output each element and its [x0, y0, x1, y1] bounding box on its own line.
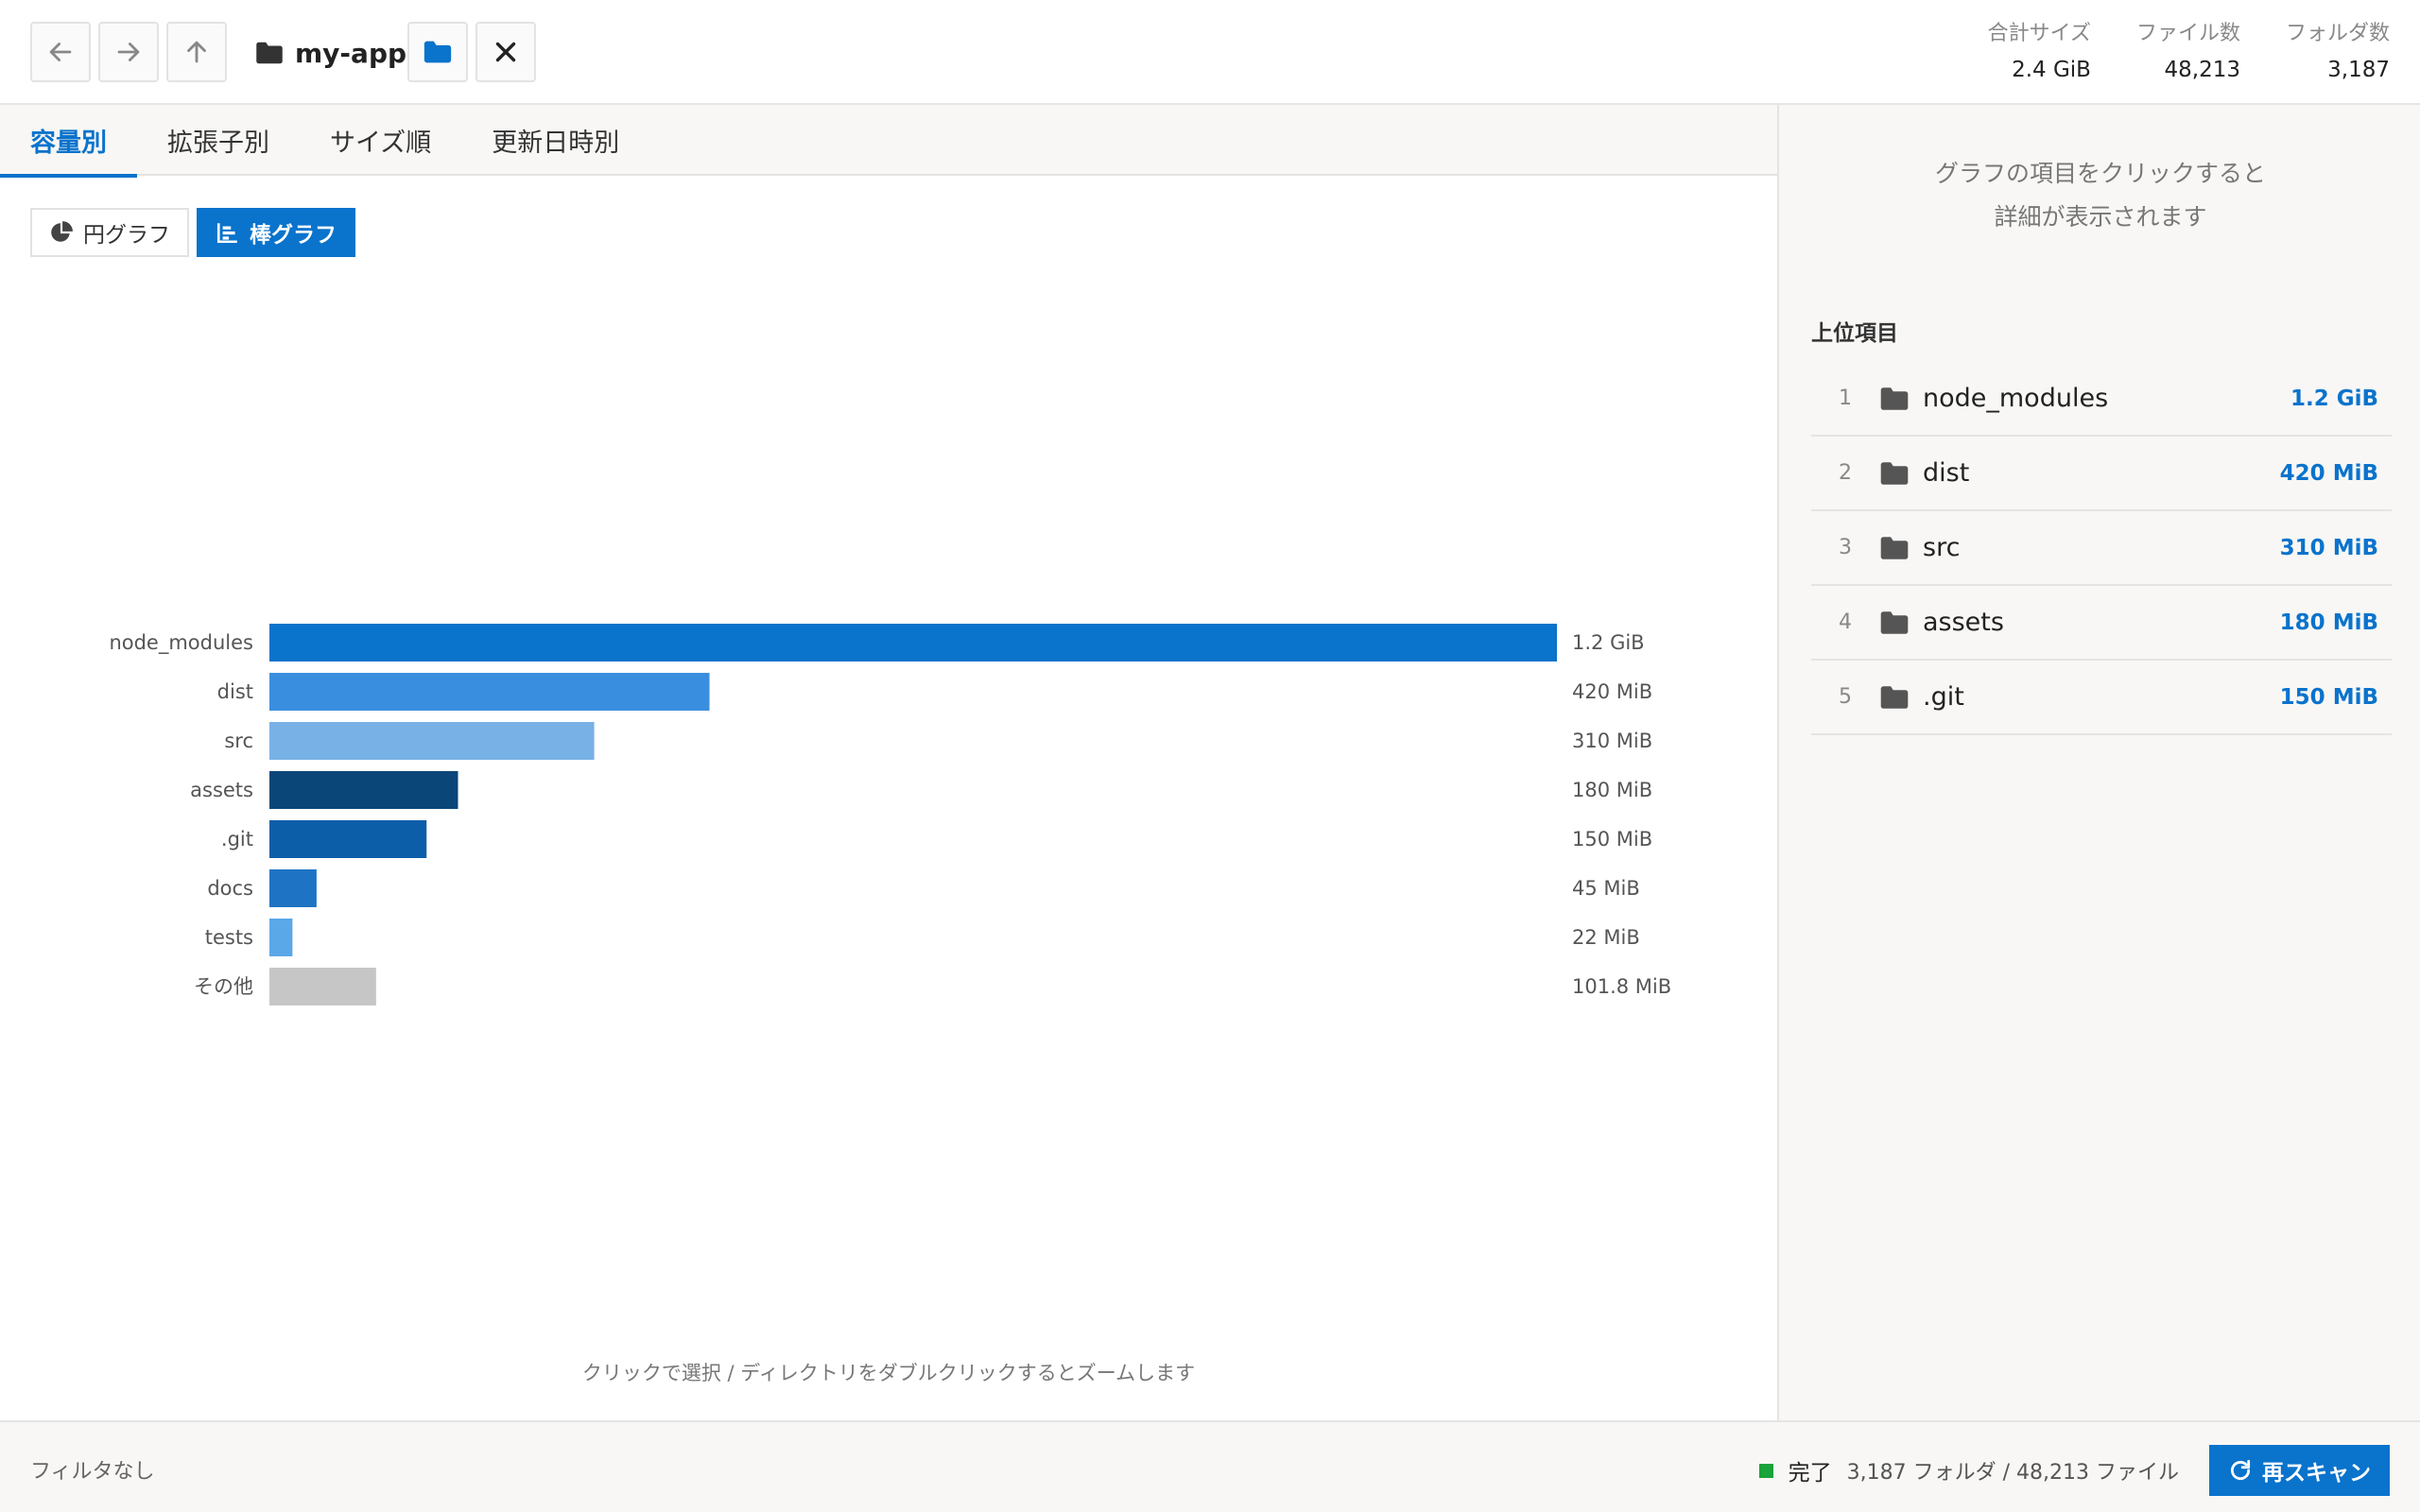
- bar-category-label: assets: [190, 779, 253, 801]
- close-icon: [495, 42, 516, 62]
- top-item-rank: 1: [1839, 387, 1852, 410]
- top-item-rank: 2: [1839, 461, 1852, 485]
- top-item[interactable]: 4 assets 180 MiB: [1811, 586, 2392, 661]
- bar-category-label: node_modules: [109, 631, 253, 655]
- top-items-title: 上位項目: [1811, 321, 1898, 346]
- top-item-name: assets: [1923, 608, 2004, 637]
- scan-counts: 3,187 フォルダ / 48,213 ファイル: [1846, 1461, 2179, 1485]
- stat-value: 3,187: [2327, 58, 2390, 82]
- back-button[interactable]: [30, 22, 91, 82]
- top-item-size: 150 MiB: [2279, 684, 2378, 710]
- stat-label: フォルダ数: [2285, 22, 2390, 45]
- arrow-left-icon: [49, 43, 72, 61]
- bar-node_modules[interactable]: [269, 624, 1557, 662]
- top-item[interactable]: 2 dist 420 MiB: [1811, 437, 2392, 511]
- top-items-list: 1 node_modules 1.2 GiB 2 dist 420 MiB 3 …: [1811, 362, 2392, 735]
- chart-hint: クリックで選択 / ディレクトリをダブルクリックするとズームします: [581, 1362, 1196, 1384]
- bar-category-label: tests: [205, 926, 253, 949]
- bar-src[interactable]: [269, 722, 595, 760]
- filter-status[interactable]: フィルタなし: [30, 1454, 155, 1485]
- bar-assets[interactable]: [269, 771, 458, 809]
- top-item-name: dist: [1923, 458, 1970, 488]
- scan-state: 完了: [1788, 1461, 1832, 1486]
- folder-icon: [1880, 610, 1909, 634]
- bar-value-label: 420 MiB: [1572, 680, 1652, 703]
- forward-button[interactable]: [98, 22, 159, 82]
- details-placeholder-line1: グラフの項目をクリックすると: [1934, 160, 2266, 187]
- top-item-size: 1.2 GiB: [2290, 386, 2378, 411]
- arrow-right-icon: [117, 43, 140, 61]
- top-item-size: 310 MiB: [2279, 535, 2378, 560]
- top-item-size: 180 MiB: [2279, 610, 2378, 635]
- scan-status: 完了 3,187 フォルダ / 48,213 ファイル 再スキャン: [1758, 1445, 2390, 1496]
- top-item[interactable]: 3 src 310 MiB: [1811, 511, 2392, 586]
- folder-icon: [1880, 387, 1909, 410]
- folder-icon: [1880, 536, 1909, 559]
- folder-icon: [1880, 461, 1909, 485]
- arrow-up-icon: [187, 41, 206, 63]
- top-item-name: src: [1923, 533, 1961, 562]
- stat-value: 48,213: [2164, 58, 2240, 82]
- bar-dist[interactable]: [269, 673, 710, 711]
- status-indicator-icon: [1758, 1463, 1773, 1478]
- bar-value-label: 1.2 GiB: [1572, 631, 1645, 654]
- bar-value-label: 45 MiB: [1572, 877, 1640, 900]
- bar-category-label: src: [224, 730, 253, 752]
- header: my-app 合計サイズ 2.4 GiB ファイル数 48,213 フォルダ数 …: [0, 0, 2420, 105]
- path-label: my-app: [295, 37, 407, 69]
- top-item-rank: 3: [1839, 536, 1852, 559]
- stat-total-size: 合計サイズ 2.4 GiB: [1988, 17, 2091, 89]
- status-bar: フィルタなし 完了 3,187 フォルダ / 48,213 ファイル 再スキャン: [0, 1420, 2420, 1512]
- bar-category-label: docs: [207, 877, 253, 900]
- bar-value-label: 180 MiB: [1572, 779, 1652, 801]
- bar-.git[interactable]: [269, 820, 427, 858]
- bar-category-label: その他: [194, 975, 253, 998]
- top-item[interactable]: 5 .git 150 MiB: [1811, 661, 2392, 735]
- bar-value-label: 150 MiB: [1572, 828, 1652, 850]
- bar-value-label: 22 MiB: [1572, 926, 1640, 949]
- top-item-name: .git: [1923, 682, 1964, 712]
- close-button[interactable]: [475, 22, 536, 82]
- folder-open-icon: [424, 41, 452, 63]
- bar-docs[interactable]: [269, 869, 317, 907]
- details-placeholder: グラフの項目をクリックすると 詳細が表示されます: [1779, 152, 2420, 239]
- bar-value-label: 310 MiB: [1572, 730, 1652, 752]
- bar-その他[interactable]: [269, 968, 376, 1005]
- folder-icon: [1880, 685, 1909, 709]
- stat-label: 合計サイズ: [1987, 22, 2091, 45]
- stat-folder-count: フォルダ数 3,187: [2286, 17, 2390, 89]
- top-item[interactable]: 1 node_modules 1.2 GiB: [1811, 362, 2392, 437]
- rescan-label: 再スキャン: [2262, 1461, 2371, 1486]
- bar-value-label: 101.8 MiB: [1572, 975, 1671, 998]
- main-panel: 容量別 拡張子別 サイズ順 更新日時別 円グラフ 棒グラフ node_modul…: [0, 105, 1777, 1420]
- summary-stats: 合計サイズ 2.4 GiB ファイル数 48,213 フォルダ数 3,187: [1988, 17, 2390, 89]
- bar-category-label: dist: [217, 680, 253, 703]
- stat-value: 2.4 GiB: [2012, 58, 2091, 82]
- details-placeholder-line2: 詳細が表示されます: [1994, 203, 2207, 231]
- open-folder-button[interactable]: [407, 22, 468, 82]
- top-item-size: 420 MiB: [2279, 460, 2378, 486]
- current-path: my-app: [255, 30, 406, 76]
- folder-icon: [256, 42, 283, 64]
- stat-file-count: ファイル数 48,213: [2136, 17, 2240, 89]
- top-item-rank: 4: [1839, 610, 1852, 634]
- details-panel: グラフの項目をクリックすると 詳細が表示されます 上位項目 1 node_mod…: [1777, 105, 2420, 1420]
- up-button[interactable]: [166, 22, 227, 82]
- size-bar-chart: node_modules 1.2 GiB dist 420 MiB src 310 MiB…: [109, 624, 1671, 1005]
- stat-label: ファイル数: [2135, 22, 2240, 45]
- rescan-button[interactable]: 再スキャン: [2209, 1445, 2390, 1496]
- bar-tests[interactable]: [269, 919, 293, 956]
- refresh-icon: [2230, 1459, 2251, 1481]
- top-item-rank: 5: [1839, 685, 1852, 709]
- top-item-name: node_modules: [1923, 384, 2109, 413]
- bar-category-label: .git: [221, 828, 253, 850]
